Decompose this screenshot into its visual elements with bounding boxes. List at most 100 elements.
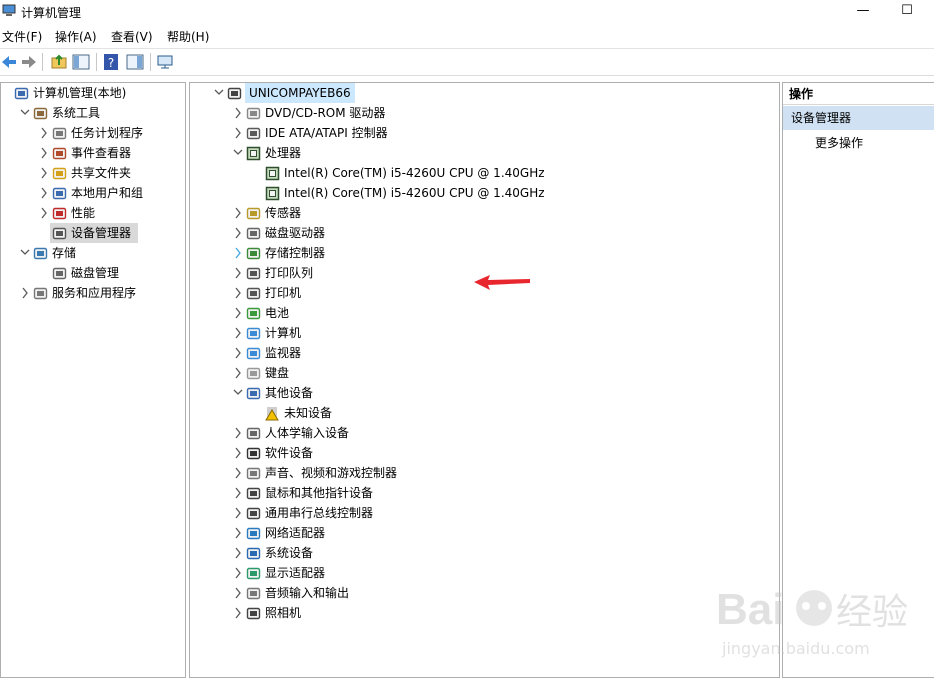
maximize-button[interactable]: ☐ — [884, 0, 930, 22]
chevron-down-icon[interactable] — [232, 143, 244, 163]
chevron-right-icon[interactable] — [232, 563, 244, 583]
device-tree-item-row[interactable]: 传感器 — [190, 203, 779, 223]
chevron-right-icon[interactable] — [232, 323, 244, 343]
device-tree-item-label: 打印队列 — [265, 266, 314, 280]
show-action-pane-icon[interactable] — [126, 53, 144, 71]
console-tree-item-row[interactable]: 磁盘管理 — [1, 263, 185, 283]
chevron-right-icon[interactable] — [232, 523, 244, 543]
device-tree-item-row[interactable]: 打印机 — [190, 283, 779, 303]
chevron-right-icon[interactable] — [38, 203, 50, 223]
console-tree-item-row[interactable]: 任务计划程序 — [1, 123, 185, 143]
show-hide-tree-icon[interactable] — [72, 53, 90, 71]
console-tree-item-label: 服务和应用程序 — [52, 286, 137, 300]
chevron-right-icon[interactable] — [232, 303, 244, 323]
device-tree-item-row[interactable]: 其他设备 — [190, 383, 779, 403]
console-tree-item-label: 本地用户和组 — [71, 186, 144, 200]
chevron-right-icon[interactable] — [232, 123, 244, 143]
device-tree-item-row[interactable]: 计算机 — [190, 323, 779, 343]
console-tree-item-row[interactable]: 系统工具 — [1, 103, 185, 123]
device-tree-item-row[interactable]: IDE ATA/ATAPI 控制器 — [190, 123, 779, 143]
console-tree-item-row[interactable]: 性能 — [1, 203, 185, 223]
minimize-button[interactable]: — — [840, 0, 886, 22]
menu-file[interactable]: 文件(F) — [2, 28, 42, 45]
chevron-right-icon[interactable] — [38, 183, 50, 203]
chevron-right-icon[interactable] — [232, 483, 244, 503]
console-tree-item-row[interactable]: 存储 — [1, 243, 185, 263]
device-tree-item-row[interactable]: 打印队列 — [190, 263, 779, 283]
chevron-right-icon[interactable] — [232, 503, 244, 523]
chevron-right-icon[interactable] — [232, 343, 244, 363]
device-tree-item-row[interactable]: 照相机 — [190, 603, 779, 623]
more-actions-link[interactable]: 更多操作 — [815, 133, 863, 153]
console-tree-item-row[interactable]: 计算机管理(本地) — [1, 83, 185, 103]
chevron-right-icon[interactable] — [232, 443, 244, 463]
chevron-right-icon[interactable] — [232, 603, 244, 623]
back-arrow-icon[interactable] — [0, 53, 18, 71]
chevron-down-icon[interactable] — [213, 83, 225, 103]
console-tree-item-label: 任务计划程序 — [71, 126, 144, 140]
device-tree-item-row[interactable]: 通用串行总线控制器 — [190, 503, 779, 523]
window-title: 计算机管理 — [21, 6, 82, 20]
device-tree-item-row[interactable]: DVD/CD-ROM 驱动器 — [190, 103, 779, 123]
console-tree-item-label: 共享文件夹 — [71, 166, 132, 180]
device-tree-item-row[interactable]: 人体学输入设备 — [190, 423, 779, 443]
chevron-down-icon[interactable] — [19, 103, 31, 123]
forward-arrow-icon[interactable] — [20, 53, 38, 71]
console-tree-item-row[interactable]: 设备管理器 — [50, 223, 138, 243]
device-tree-item-row[interactable]: 鼠标和其他指针设备 — [190, 483, 779, 503]
device-tree-item-row[interactable]: 键盘 — [190, 363, 779, 383]
device-tree-item-row[interactable]: UNICOMPAYEB66 — [190, 83, 779, 103]
chevron-right-icon[interactable] — [232, 583, 244, 603]
chevron-right-icon[interactable] — [232, 283, 244, 303]
actions-device-manager[interactable]: 设备管理器 — [783, 106, 934, 130]
title-bar: 计算机管理 — ☐ — [0, 0, 934, 24]
monitor-tool-icon[interactable] — [156, 53, 174, 71]
clock-icon — [52, 127, 67, 140]
chevron-right-icon[interactable] — [19, 283, 31, 303]
up-folder-icon[interactable] — [50, 53, 68, 71]
chevron-right-icon[interactable] — [38, 143, 50, 163]
console-tree-item-row[interactable]: 服务和应用程序 — [1, 283, 185, 303]
device-tree-item-row[interactable]: 存储控制器 — [190, 243, 779, 263]
device-tree-item-row[interactable]: 电池 — [190, 303, 779, 323]
device-tree-item-row[interactable]: 磁盘驱动器 — [190, 223, 779, 243]
chevron-right-icon[interactable] — [232, 243, 244, 263]
menu-action[interactable]: 操作(A) — [55, 28, 97, 45]
chevron-right-icon[interactable] — [232, 543, 244, 563]
chevron-down-icon[interactable] — [232, 383, 244, 403]
help-icon[interactable]: ? — [102, 53, 120, 71]
menu-help[interactable]: 帮助(H) — [167, 28, 209, 45]
console-tree-item-row[interactable]: 本地用户和组 — [1, 183, 185, 203]
chevron-right-icon[interactable] — [38, 123, 50, 143]
device-tree-item-row[interactable]: 声音、视频和游戏控制器 — [190, 463, 779, 483]
device-tree-item-row[interactable]: 软件设备 — [190, 443, 779, 463]
device-tree-item-row[interactable]: 处理器 — [190, 143, 779, 163]
device-tree-item-row[interactable]: 未知设备 — [190, 403, 779, 423]
performance-icon — [52, 207, 67, 220]
device-tree-item-label: 监视器 — [265, 346, 302, 360]
chevron-right-icon[interactable] — [232, 423, 244, 443]
console-tree-item-label: 计算机管理(本地) — [33, 86, 127, 100]
chevron-right-icon[interactable] — [232, 203, 244, 223]
device-tree-item-row[interactable]: 系统设备 — [190, 543, 779, 563]
console-tree-item-row[interactable]: 共享文件夹 — [1, 163, 185, 183]
device-tree-item-row[interactable]: 音频输入和输出 — [190, 583, 779, 603]
device-tree-item-row[interactable]: 监视器 — [190, 343, 779, 363]
console-tree-item-row[interactable]: 事件查看器 — [1, 143, 185, 163]
chevron-right-icon[interactable] — [232, 223, 244, 243]
storage-icon — [33, 247, 48, 260]
device-tree-item-row[interactable]: 网络适配器 — [190, 523, 779, 543]
chevron-right-icon[interactable] — [38, 163, 50, 183]
chevron-right-icon[interactable] — [232, 263, 244, 283]
printer-icon — [246, 287, 261, 300]
chevron-right-icon[interactable] — [232, 103, 244, 123]
device-tree-item-row[interactable]: Intel(R) Core(TM) i5-4260U CPU @ 1.40GHz — [190, 163, 779, 183]
dvd-icon — [246, 107, 261, 120]
device-tree-item-row[interactable]: 显示适配器 — [190, 563, 779, 583]
baidu-watermark: Bai 经验 jingyan.baidu.com — [716, 585, 908, 658]
chevron-down-icon[interactable] — [19, 243, 31, 263]
menu-view[interactable]: 查看(V) — [111, 28, 153, 45]
chevron-right-icon[interactable] — [232, 463, 244, 483]
device-tree-item-row[interactable]: Intel(R) Core(TM) i5-4260U CPU @ 1.40GHz — [190, 183, 779, 203]
chevron-right-icon[interactable] — [232, 363, 244, 383]
